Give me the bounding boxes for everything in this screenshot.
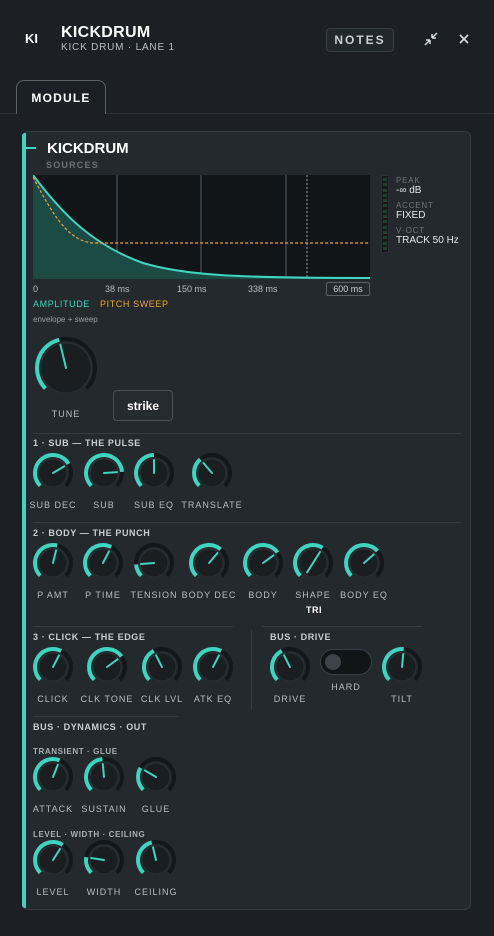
graph-caption: envelope + sweep (33, 315, 98, 324)
p-amt-knob[interactable] (31, 541, 75, 585)
atk-eq-label: ATK EQ (193, 694, 233, 704)
drive-label: DRIVE (273, 694, 307, 704)
collapse-handle[interactable] (26, 147, 36, 149)
toggle-thumb (325, 654, 341, 670)
clk-tone-knob[interactable] (85, 645, 129, 689)
section-sub: 1 · SUB — THE PULSE (33, 438, 141, 448)
x-tick-38: 38 ms (105, 284, 130, 294)
section-bus-out: BUS · DYNAMICS · OUT (33, 722, 147, 732)
tune-knob[interactable] (33, 335, 99, 401)
time-range-selector[interactable]: 600 ms (326, 282, 370, 296)
translate-knob[interactable] (190, 451, 234, 495)
ceiling-label: CEILING (134, 887, 178, 897)
sub-dec-knob[interactable] (31, 451, 75, 495)
hard-label: HARD (331, 682, 361, 692)
sub-eq-knob[interactable] (132, 451, 176, 495)
legend-amplitude[interactable]: AMPLITUDE (33, 299, 90, 309)
shape-value: TRI (306, 605, 322, 615)
hard-toggle[interactable] (320, 649, 372, 675)
sustain-knob[interactable] (82, 755, 126, 799)
accent-bar (22, 133, 26, 908)
accent-label: ACCENT (396, 201, 434, 210)
sub-knob[interactable] (82, 451, 126, 495)
shape-knob[interactable] (291, 541, 335, 585)
legend-pitch-sweep[interactable]: PITCH SWEEP (100, 299, 169, 309)
tilt-label: TILT (391, 694, 413, 704)
tension-knob[interactable] (132, 541, 176, 585)
peak-value: -∞ dB (396, 185, 422, 196)
click-knob[interactable] (31, 645, 75, 689)
atk-eq-knob[interactable] (191, 645, 235, 689)
close-icon[interactable] (455, 30, 473, 48)
translate-label: TRANSLATE (181, 500, 243, 510)
voct-label: V·OCT (396, 226, 425, 235)
tune-label: TUNE (51, 409, 81, 419)
x-tick-338: 338 ms (248, 284, 278, 294)
sub-pointer (103, 471, 118, 474)
section-click: 3 · CLICK — THE EDGE (33, 632, 146, 642)
glue-label: GLUE (141, 804, 171, 814)
window-title: KICKDRUM (61, 24, 151, 41)
p-time-knob[interactable] (81, 541, 125, 585)
collapse-icon[interactable] (422, 30, 440, 48)
section-body: 2 · BODY — THE PUNCH (33, 528, 151, 538)
attack-knob[interactable] (31, 755, 75, 799)
tilt-knob[interactable] (380, 645, 424, 689)
notes-button[interactable]: NOTES (326, 28, 394, 52)
level-meter (381, 175, 389, 253)
level-knob[interactable] (31, 838, 75, 882)
section-bus-drive: BUS · DRIVE (270, 632, 332, 642)
tilt-pointer (401, 653, 405, 668)
voct-value: TRACK 50 Hz (396, 235, 459, 246)
sources-label: SOURCES (46, 160, 99, 170)
width-knob[interactable] (82, 838, 126, 882)
drive-knob[interactable] (268, 645, 312, 689)
ceiling-knob[interactable] (134, 838, 178, 882)
x-tick-0: 0 (33, 284, 39, 294)
tension-pointer (140, 562, 155, 566)
envelope-graph[interactable] (32, 174, 371, 279)
window-subtitle: KICK DRUM · LANE 1 (61, 42, 175, 53)
body-eq-label: BODY EQ (340, 590, 388, 600)
x-tick-150: 150 ms (177, 284, 207, 294)
accent-value: FIXED (396, 210, 426, 221)
clk-lvl-knob[interactable] (140, 645, 184, 689)
sustain-pointer (101, 763, 105, 778)
body-dec-knob[interactable] (187, 541, 231, 585)
glue-knob[interactable] (134, 755, 178, 799)
strike-button[interactable]: strike (113, 390, 173, 421)
tab-module[interactable]: MODULE (16, 80, 106, 114)
body-eq-knob[interactable] (342, 541, 386, 585)
body-knob[interactable] (241, 541, 285, 585)
app-badge: KI (25, 31, 38, 46)
module-title: KICKDRUM (47, 140, 129, 157)
peak-label: PEAK (396, 176, 421, 185)
